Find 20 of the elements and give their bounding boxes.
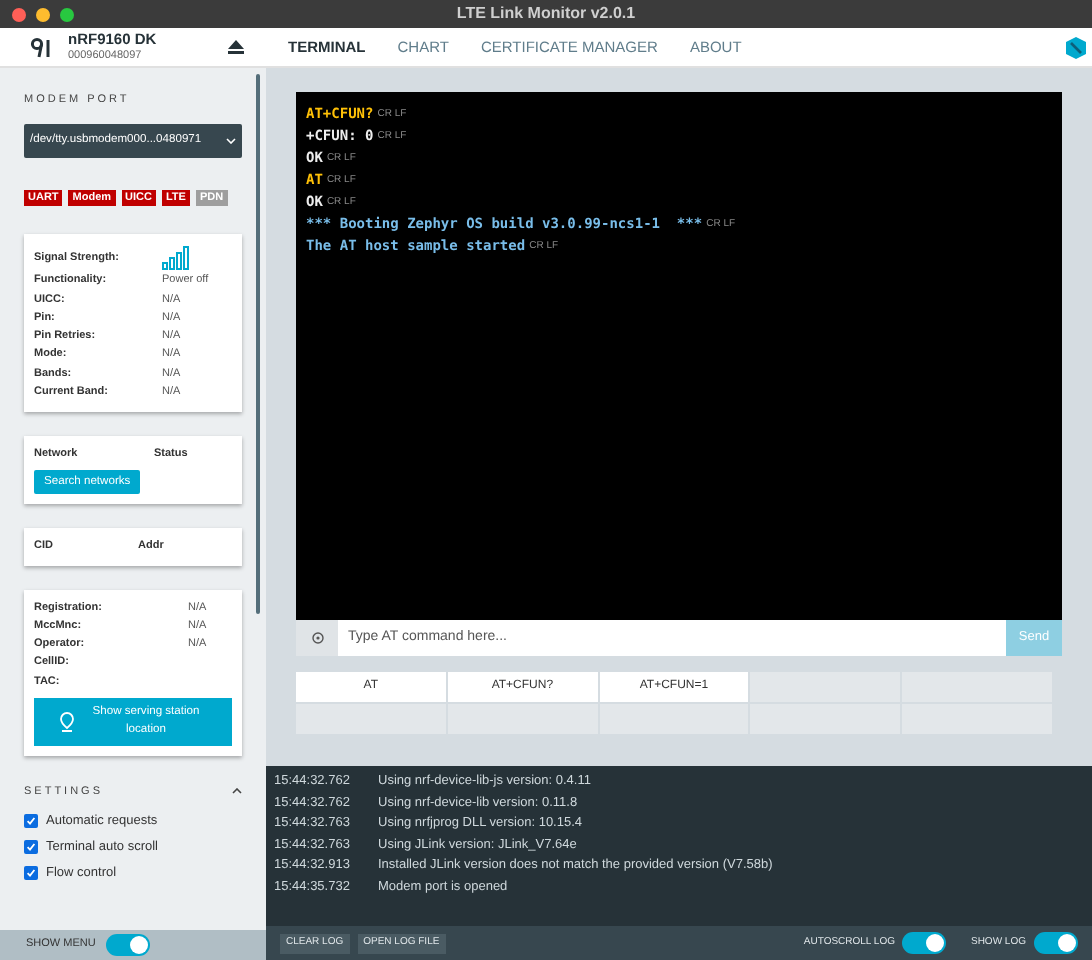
log-toggle[interactable] [902, 932, 947, 954]
maximize-icon[interactable] [60, 7, 74, 21]
chevron-down-icon [226, 138, 236, 145]
map-pin-icon [60, 711, 74, 732]
logo-icon [1064, 35, 1088, 59]
chevron-up-icon[interactable] [232, 788, 242, 795]
window-title: LTE Link Monitor v2.0.1 [456, 2, 636, 26]
checkbox[interactable] [24, 840, 38, 855]
history-button[interactable] [296, 620, 338, 656]
log-toggle[interactable] [1034, 932, 1078, 954]
clock-icon [311, 632, 323, 644]
checkbox[interactable] [24, 865, 38, 880]
signal-bars-icon [162, 246, 190, 271]
scrollbar[interactable] [256, 74, 260, 614]
minimize-icon[interactable] [36, 7, 50, 21]
close-icon[interactable] [12, 7, 26, 21]
show-menu-toggle[interactable] [105, 934, 150, 956]
eject-icon[interactable] [228, 40, 244, 54]
board-icon [30, 36, 52, 58]
checkbox[interactable] [24, 814, 38, 829]
